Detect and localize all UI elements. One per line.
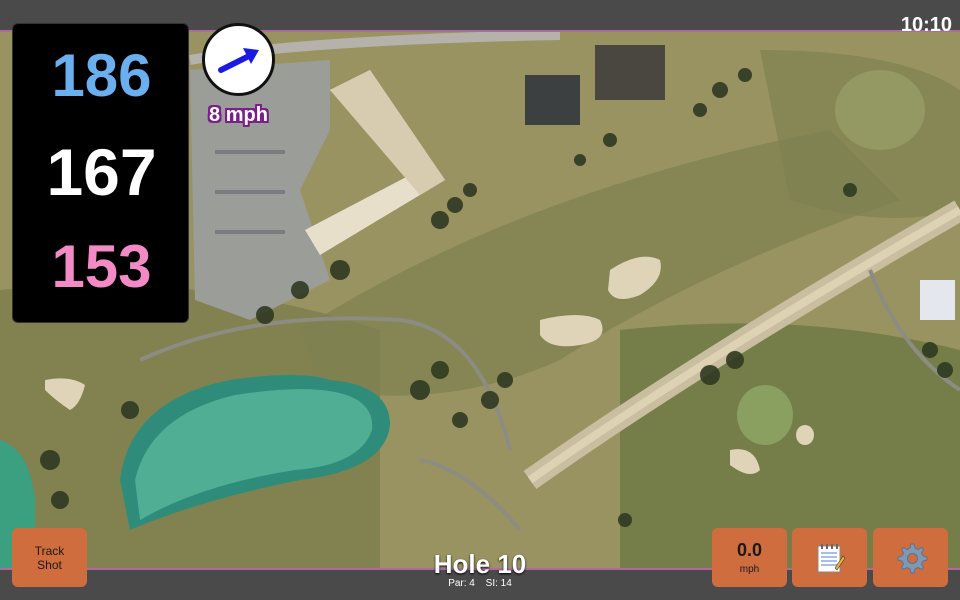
settings-button[interactable] bbox=[873, 528, 948, 587]
gear-icon bbox=[897, 543, 927, 573]
yardage-middle: 167 bbox=[46, 135, 157, 209]
speed-value: 0.0 bbox=[736, 540, 763, 560]
track-shot-button[interactable]: Track Shot bbox=[12, 528, 87, 587]
notepad-icon bbox=[817, 543, 845, 572]
speed-unit: mph bbox=[739, 564, 760, 575]
wind-indicator bbox=[202, 23, 275, 96]
wind-speed: 8 mph bbox=[209, 104, 268, 126]
wind-direction-arrow-icon bbox=[218, 48, 259, 73]
yardage-front: 153 bbox=[51, 233, 152, 300]
notes-button[interactable] bbox=[792, 528, 867, 587]
hole-stroke-index: SI: 14 bbox=[485, 578, 512, 589]
speed-button[interactable]: 0.0 mph bbox=[712, 528, 787, 587]
hole-par: Par: 4 bbox=[448, 578, 475, 589]
yardage-back: 186 bbox=[51, 42, 152, 109]
track-shot-label-line2: Shot bbox=[37, 557, 62, 572]
yardage-panel: 186 167 153 bbox=[12, 23, 189, 323]
hole-title: Hole 10 bbox=[433, 549, 527, 579]
track-shot-label-line1: Track bbox=[34, 543, 65, 558]
status-clock: 10:10 bbox=[900, 14, 952, 36]
hole-meta: Par: 4 SI: 14 bbox=[380, 578, 580, 589]
